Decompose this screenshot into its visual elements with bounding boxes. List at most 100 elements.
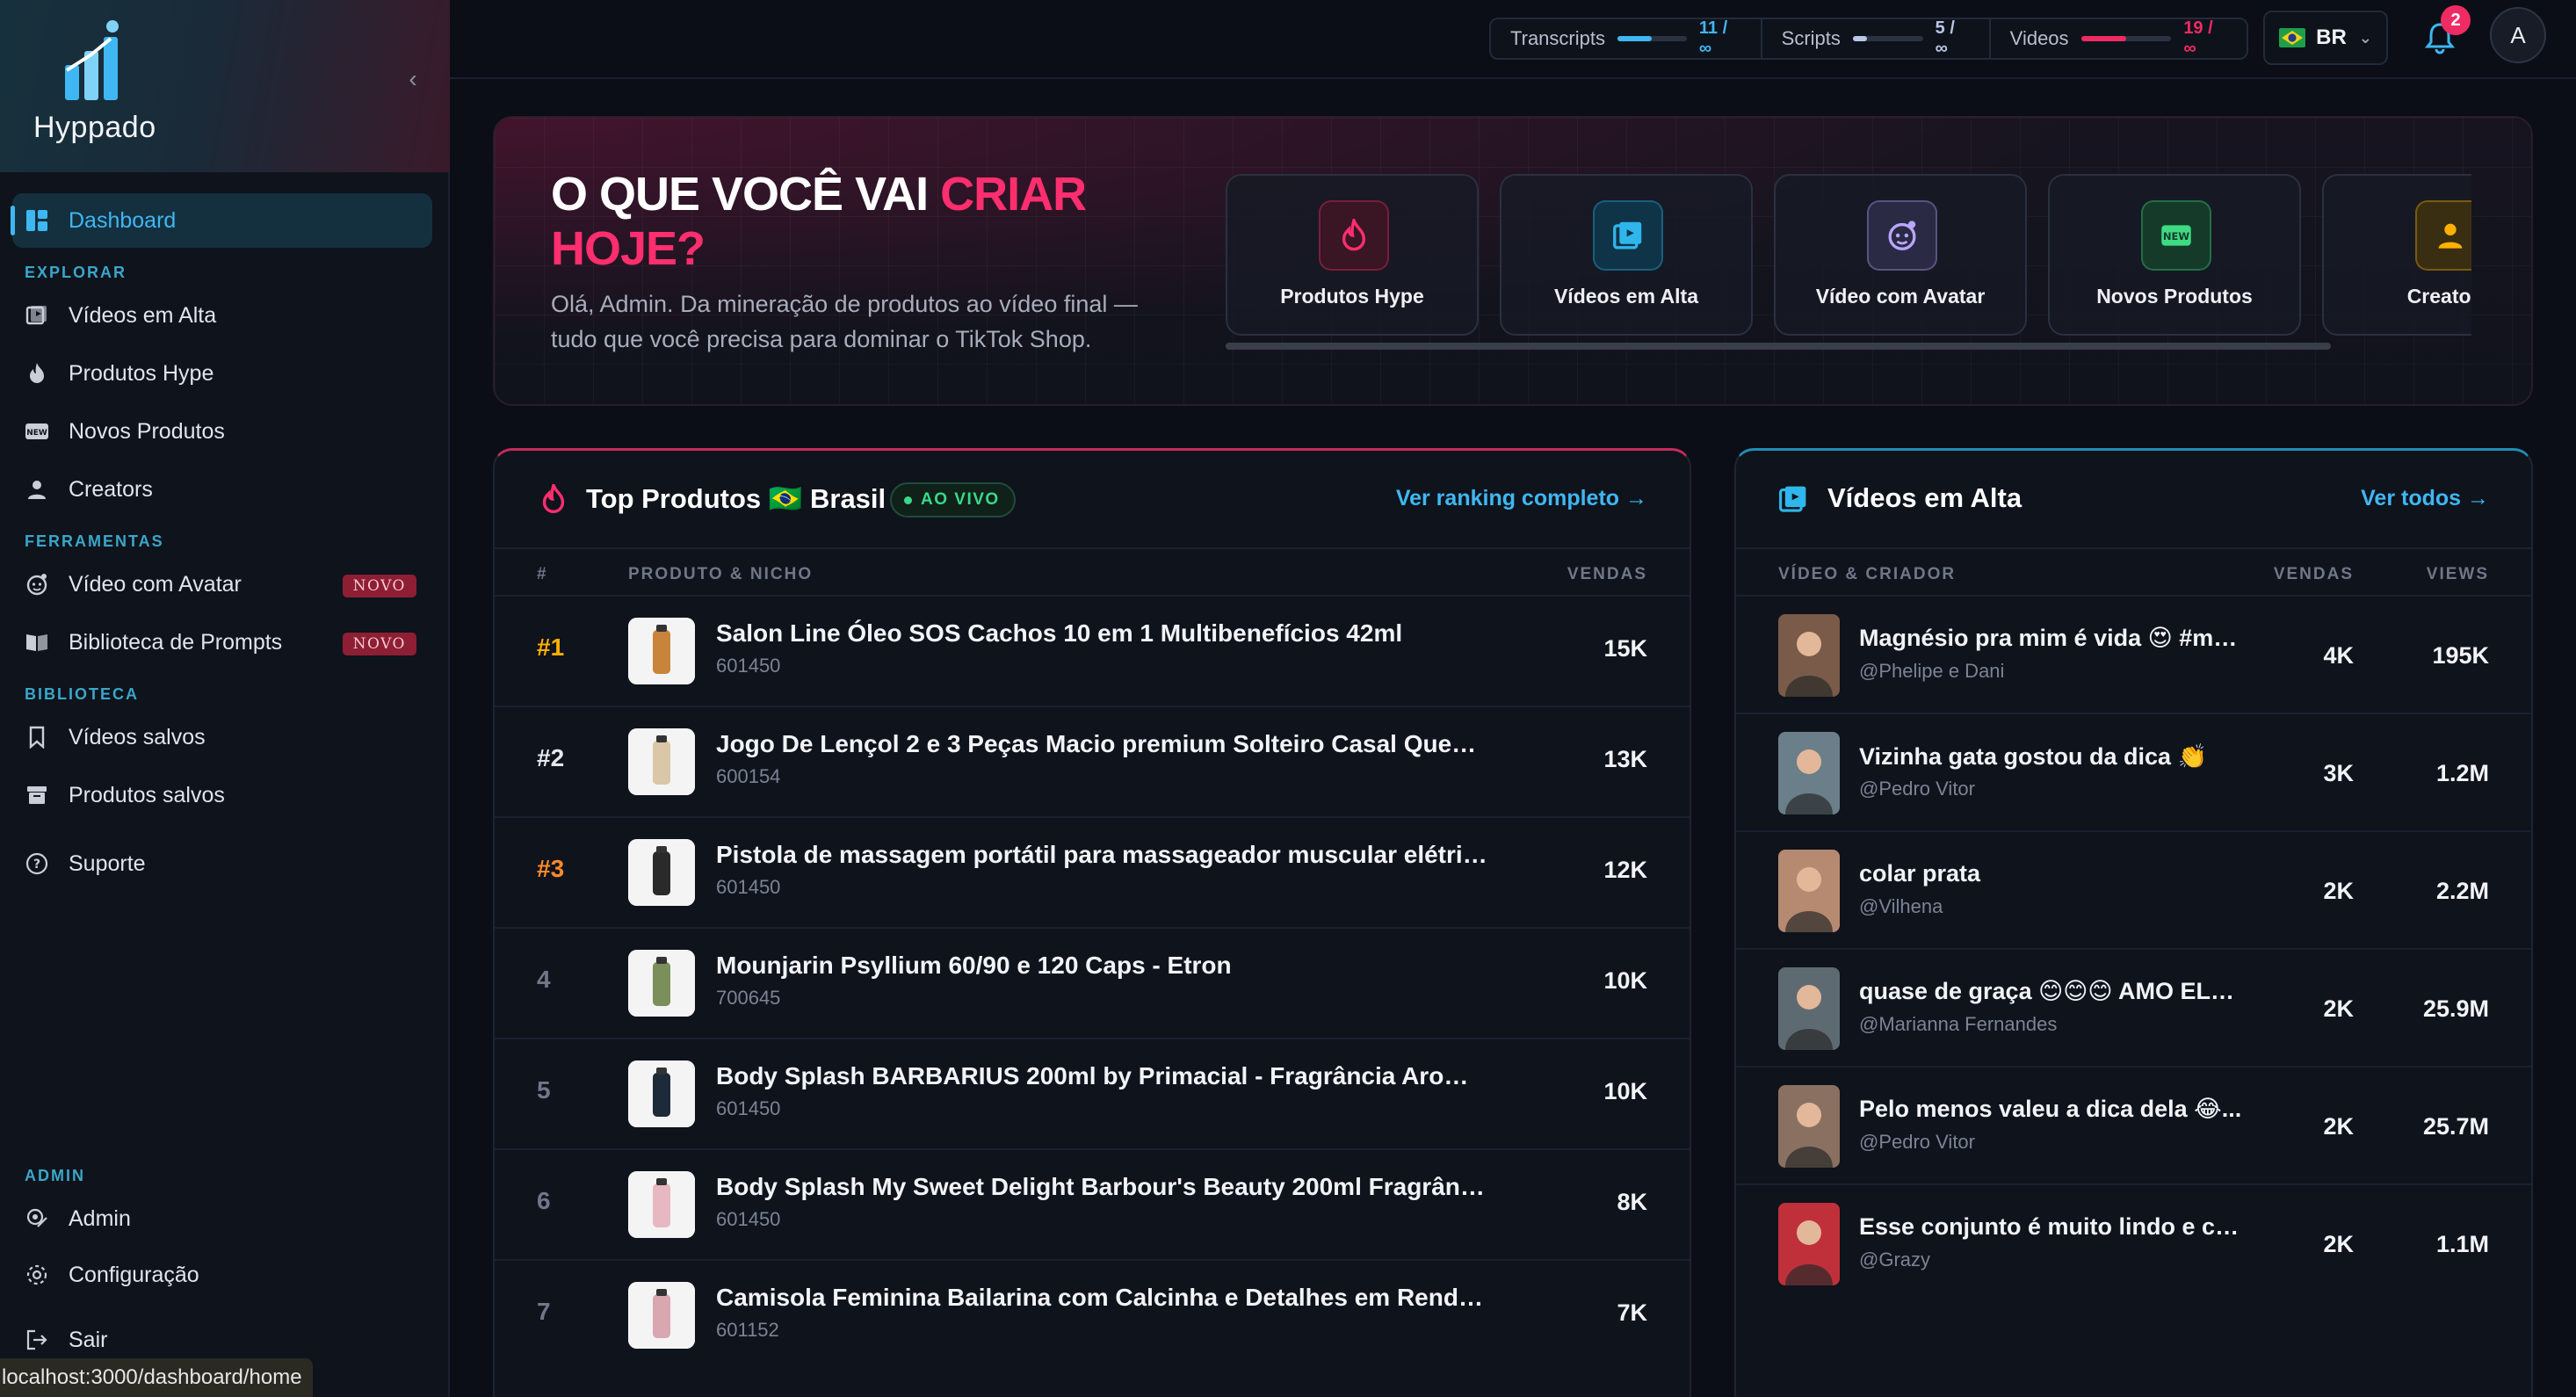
video-sales: 2K: [2323, 995, 2354, 1022]
quick-action-produtos-hype[interactable]: Produtos Hype: [1226, 174, 1479, 336]
product-rank: 6: [537, 1187, 551, 1214]
product-name[interactable]: Body Splash BARBARIUS 200ml by Primacial…: [716, 1062, 1489, 1090]
sidebar-item-dashboard[interactable]: Dashboard: [11, 193, 432, 248]
product-name[interactable]: Salon Line Óleo SOS Cachos 10 em 1 Multi…: [716, 619, 1489, 648]
new-badge: NOVO: [342, 633, 416, 655]
usage-progress-fill: [1852, 36, 1867, 41]
browser-status-url: localhost:3000/dashboard/home: [0, 1358, 313, 1397]
sidebar-item-suporte[interactable]: ? Suporte: [12, 836, 432, 891]
country-code: BR: [2316, 25, 2347, 49]
product-sales: 7K: [1617, 1299, 1647, 1326]
table-row[interactable]: 4 Mounjarin Psyllium 60/90 e 120 Caps - E…: [495, 927, 1690, 1038]
sidebar-item-admin[interactable]: Admin: [12, 1191, 432, 1246]
usage-progress-fill: [1617, 36, 1653, 41]
table-row[interactable]: Pelo menos valeu a dica dela 😂... @Pedro …: [1736, 1066, 2531, 1183]
usage-label: Scripts: [1781, 27, 1841, 49]
table-row[interactable]: colar prata @Vilhena 2K 2.2M: [1736, 830, 2531, 948]
table-row[interactable]: Magnésio pra mim é vida 😍 #ma... @Phelipe…: [1736, 595, 2531, 713]
product-name[interactable]: Body Splash My Sweet Delight Barbour's B…: [716, 1173, 1489, 1201]
sidebar-item-novos-produtos[interactable]: NEW Novos Produtos: [12, 404, 432, 459]
top-products-panel: Top Produtos 🇧🇷 Brasil AO VIVO Ver ranki…: [493, 448, 1691, 1397]
quick-action-video-com-avatar[interactable]: Vídeo com Avatar: [1774, 174, 2027, 336]
quick-action-creators[interactable]: Creators: [2322, 174, 2471, 336]
usage-scripts: Scripts 5 / ∞: [1760, 18, 1989, 58]
sidebar-item-label: Suporte: [69, 851, 146, 876]
ver-ranking-completo-link[interactable]: Ver ranking completo →: [1396, 486, 1647, 511]
new-icon: NEW: [2141, 200, 2211, 271]
sidebar-item-videos-em-alta[interactable]: Vídeos em Alta: [12, 288, 432, 343]
shield-icon: [25, 1206, 49, 1231]
table-row[interactable]: 5 Body Splash BARBARIUS 200ml by Primacia…: [495, 1038, 1690, 1148]
sidebar-item-produtos-salvos[interactable]: Produtos salvos: [12, 768, 432, 822]
quick-action-novos-produtos[interactable]: NEW Novos Produtos: [2048, 174, 2301, 336]
table-row[interactable]: Esse conjunto é muito lindo e co... @Graz…: [1736, 1183, 2531, 1301]
usage-progress-bar: [1617, 36, 1687, 41]
video-sales: 2K: [2323, 878, 2354, 904]
product-name[interactable]: Pistola de massagem portátil para massag…: [716, 841, 1489, 869]
country-selector[interactable]: BR ⌄: [2263, 11, 2388, 65]
product-sales: 12K: [1603, 857, 1647, 883]
video-thumbnail[interactable]: [1778, 1203, 1840, 1285]
video-creator[interactable]: @Pedro Vitor: [1859, 778, 1975, 800]
notification-count-badge: 2: [2441, 5, 2471, 35]
product-rank: 4: [537, 966, 551, 993]
video-creator[interactable]: @Marianna Fernandes: [1859, 1013, 2057, 1036]
flame-icon: [542, 484, 565, 514]
section-biblioteca: BIBLIOTECA: [25, 685, 139, 703]
sidebar-item-label: Dashboard: [69, 207, 177, 233]
table-row[interactable]: #3 Pistola de massagem portátil para mass…: [495, 816, 1690, 927]
sidebar-item-videos-salvos[interactable]: Vídeos salvos: [12, 710, 432, 764]
sidebar-item-produtos-hype[interactable]: Produtos Hype: [12, 346, 432, 401]
video-creator[interactable]: @Phelipe e Dani: [1859, 660, 2004, 683]
product-name[interactable]: Mounjarin Psyllium 60/90 e 120 Caps - Et…: [716, 952, 1489, 980]
video-thumbnail[interactable]: [1778, 967, 1840, 1050]
user-avatar[interactable]: A: [2490, 7, 2546, 63]
carousel-scrollbar[interactable]: [1226, 343, 2331, 350]
video-title[interactable]: quase de graça 😊😊😊 AMO ELA...: [1859, 978, 2246, 1005]
table-row[interactable]: quase de graça 😊😊😊 AMO ELA... @Marianna F…: [1736, 948, 2531, 1066]
product-name[interactable]: Camisola Feminina Bailarina com Calcinha…: [716, 1284, 1489, 1312]
video-thumbnail[interactable]: [1778, 732, 1840, 814]
usage-label: Transcripts: [1510, 27, 1605, 49]
brand-area[interactable]: Hyppado ‹: [0, 0, 450, 172]
column-header-sales: VENDAS: [1567, 565, 1647, 583]
video-thumbnail[interactable]: [1778, 614, 1840, 697]
ver-todos-link[interactable]: Ver todos →: [2361, 486, 2489, 511]
video-title[interactable]: Vizinha gata gostou da dica 👏: [1859, 742, 2246, 771]
video-creator[interactable]: @Grazy: [1859, 1249, 1930, 1271]
table-row[interactable]: 7 Camisola Feminina Bailarina com Calcinh…: [495, 1259, 1690, 1370]
quick-action-label: Creators: [2406, 285, 2471, 308]
quick-action-videos-em-alta[interactable]: Vídeos em Alta: [1500, 174, 1753, 336]
live-dot-icon: [904, 496, 912, 504]
sidebar-item-biblioteca-de-prompts[interactable]: Biblioteca de Prompts NOVO: [12, 615, 432, 670]
table-row[interactable]: 6 Body Splash My Sweet Delight Barbour's …: [495, 1148, 1690, 1259]
product-name[interactable]: Jogo De Lençol 2 e 3 Peças Macio premium…: [716, 730, 1489, 758]
product-rank: 5: [537, 1076, 551, 1104]
sidebar-item-label: Biblioteca de Prompts: [69, 629, 283, 655]
video-title[interactable]: Pelo menos valeu a dica dela 😂...: [1859, 1096, 2246, 1123]
sidebar-item-video-com-avatar[interactable]: Vídeo com Avatar NOVO: [12, 557, 432, 612]
table-row[interactable]: Vizinha gata gostou da dica 👏 @Pedro Vito…: [1736, 713, 2531, 830]
usage-meters: Transcripts 11 / ∞ Scripts 5 / ∞ Videos …: [1489, 18, 2248, 60]
video-creator[interactable]: @Pedro Vitor: [1859, 1131, 1975, 1154]
collapse-sidebar-chevron-icon[interactable]: ‹: [401, 67, 425, 91]
sidebar-item-configuracao[interactable]: Configuração: [12, 1248, 432, 1302]
video-thumbnail[interactable]: [1778, 1085, 1840, 1168]
video-thumbnail[interactable]: [1778, 850, 1840, 932]
gear-icon: [25, 1263, 49, 1287]
video-title[interactable]: colar prata: [1859, 860, 2246, 887]
product-thumbnail: [628, 1282, 695, 1349]
sidebar-item-creators[interactable]: Creators: [12, 462, 432, 517]
hero-title-main: O QUE VOCÊ VAI: [551, 168, 941, 221]
product-thumbnail: [628, 618, 695, 684]
quick-action-label: Produtos Hype: [1280, 285, 1424, 308]
video-title[interactable]: Esse conjunto é muito lindo e co...: [1859, 1213, 2246, 1241]
table-row[interactable]: #2 Jogo De Lençol 2 e 3 Peças Macio premi…: [495, 706, 1690, 816]
video-views: 1.1M: [2435, 1231, 2489, 1257]
video-creator[interactable]: @Vilhena: [1859, 895, 1943, 918]
table-row[interactable]: #1 Salon Line Óleo SOS Cachos 10 em 1 Mul…: [495, 595, 1690, 706]
product-thumbnail: [628, 728, 695, 795]
logout-icon: [25, 1328, 49, 1352]
video-title[interactable]: Magnésio pra mim é vida 😍 #ma...: [1859, 625, 2246, 652]
product-niche: 700645: [716, 987, 781, 1009]
